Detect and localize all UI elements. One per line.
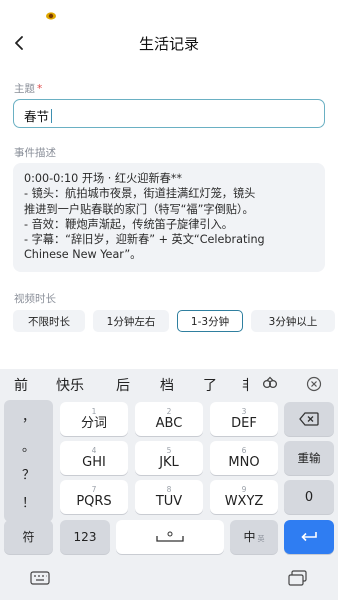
description-line: Chinese New Year”。 (24, 248, 142, 262)
candidate-word[interactable]: 了 (203, 375, 217, 395)
key-5[interactable]: 5 JKL (135, 441, 203, 475)
page-title: 生活记录 (138, 35, 199, 53)
key-0[interactable]: 0 (284, 480, 334, 514)
description-line: 0:00-0:10 开场 · 红火迎新春** (24, 172, 183, 185)
language-key[interactable]: 中 英 (230, 520, 278, 554)
description-line: - 镜头：航拍城市夜景，街道挂满红灯笼，镜头 (24, 187, 256, 201)
reenter-key[interactable]: 重输 (284, 441, 334, 475)
description-label: 事件描述 (14, 147, 56, 159)
description-line: - 字幕：“辞旧岁，迎新春” + 英文“Celebrating (24, 233, 265, 247)
enter-key[interactable] (284, 520, 334, 554)
description-line: - 音效：鞭炮声渐起，传统笛子旋律引入。 (24, 217, 233, 231)
candidate-word[interactable]: 前 (14, 375, 28, 395)
candidate-word[interactable]: 非 (242, 375, 250, 395)
symbols-key[interactable]: 符 (4, 520, 53, 554)
numbers-key[interactable]: 123 (60, 520, 110, 554)
keyboard-icon[interactable] (30, 571, 50, 585)
key-1[interactable]: 1 分词 (60, 402, 128, 436)
text-caret (51, 109, 53, 123)
enter-icon (301, 532, 317, 542)
handwriting-icon[interactable] (262, 376, 278, 392)
key-6[interactable]: 6 MNO (210, 441, 278, 475)
backspace-key[interactable] (284, 402, 334, 436)
subject-label: 主题 * (14, 83, 43, 95)
symbol-key-question[interactable]: ？ (4, 464, 53, 483)
key-2[interactable]: 2 ABC (135, 402, 203, 436)
subject-input[interactable]: 春节 (13, 99, 325, 128)
candidate-word[interactable]: 快乐 (56, 375, 84, 395)
duration-option-1-3min[interactable]: 1-3分钟 (177, 310, 243, 332)
status-bar (0, 0, 338, 28)
description-textarea[interactable]: 0:00-0:10 开场 · 红火迎新春** - 镜头：航拍城市夜景，街道挂满红… (13, 163, 325, 272)
backspace-icon (299, 412, 319, 426)
symbol-key-comma[interactable]: ， (4, 406, 53, 425)
top-bar: 生活记录 (0, 28, 338, 60)
close-keyboard-icon[interactable] (306, 376, 322, 392)
subject-value: 春节 (24, 109, 50, 124)
space-icon (156, 531, 184, 542)
app-notification-icon (46, 12, 56, 20)
candidate-bar: 前 快乐 后 档 了 非 (0, 369, 338, 399)
keyboard-bottom-bar (0, 560, 338, 600)
candidate-word[interactable]: 档 (160, 375, 174, 395)
symbol-column: ， 。 ？ ！ (4, 400, 53, 522)
duration-option-1min[interactable]: 1分钟左右 (93, 310, 169, 332)
duration-label: 视频时长 (14, 293, 56, 305)
duration-option-3min-plus[interactable]: 3分钟以上 (251, 310, 335, 332)
candidate-word[interactable]: 后 (116, 375, 130, 395)
duration-options: 不限时长 1分钟左右 1-3分钟 3分钟以上 (13, 310, 338, 333)
symbol-key-period[interactable]: 。 (4, 436, 53, 455)
key-7[interactable]: 7 PQRS (60, 480, 128, 514)
symbol-key-exclaim[interactable]: ！ (4, 492, 53, 511)
key-4[interactable]: 4 GHI (60, 441, 128, 475)
duration-option-unlimited[interactable]: 不限时长 (13, 310, 85, 332)
key-9[interactable]: 9 WXYZ (210, 480, 278, 514)
key-3[interactable]: 3 DEF (210, 402, 278, 436)
description-line: 推进到一户贴春联的家门（特写“福”字倒贴）。 (24, 202, 254, 216)
required-mark: * (37, 83, 43, 95)
key-8[interactable]: 8 TUV (135, 480, 203, 514)
space-key[interactable] (116, 520, 224, 554)
clipboard-icon[interactable] (288, 570, 308, 586)
